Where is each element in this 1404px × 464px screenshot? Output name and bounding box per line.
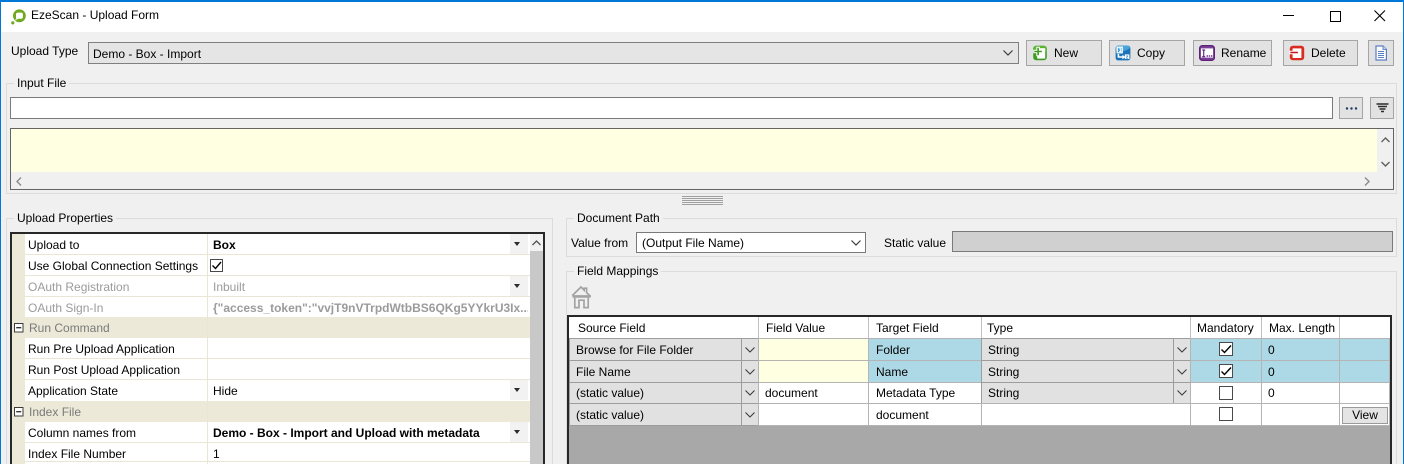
svg-text:2: 2 bbox=[1126, 54, 1129, 59]
